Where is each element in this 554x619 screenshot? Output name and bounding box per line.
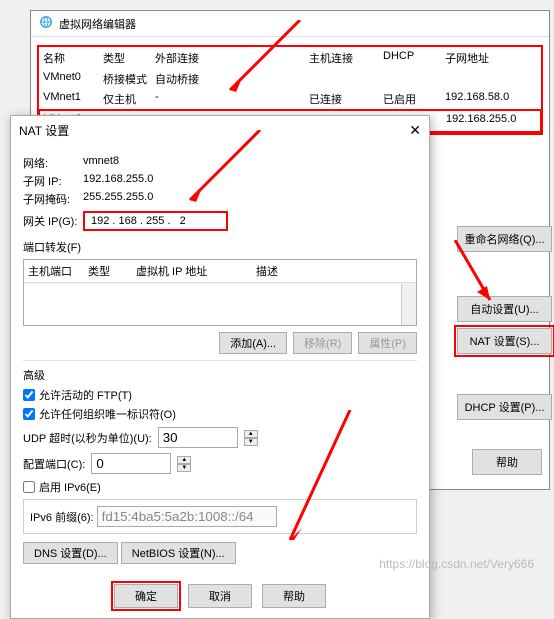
spin-up-icon[interactable]: ▲ <box>177 456 191 464</box>
col-dhcp: DHCP <box>383 50 445 66</box>
dhcp-settings-button[interactable]: DHCP 设置(P)... <box>457 394 552 420</box>
col-name: 名称 <box>43 50 103 66</box>
cancel-button[interactable]: 取消 <box>188 584 252 608</box>
close-icon[interactable]: ✕ <box>409 122 421 139</box>
ipv6-prefix-input <box>97 506 277 527</box>
table-row[interactable]: VMnet0 桥接模式 自动桥接 <box>39 69 541 89</box>
port-forward-label: 端口转发(F) <box>23 239 417 255</box>
col-ext: 外部连接 <box>155 50 309 66</box>
subnet-mask-value: 255.255.255.0 <box>83 191 153 207</box>
spin-down-icon[interactable]: ▼ <box>244 438 258 446</box>
main-title: 虚拟网络编辑器 <box>59 16 136 32</box>
add-button[interactable]: 添加(A)... <box>219 332 287 354</box>
ok-button[interactable]: 确定 <box>114 584 178 608</box>
udp-timeout-label: UDP 超时(以秒为单位)(U): <box>23 430 152 446</box>
dialog-title: NAT 设置 <box>19 122 69 139</box>
remove-button: 移除(R) <box>293 332 352 354</box>
globe-icon <box>39 15 59 32</box>
gateway-label: 网关 IP(G): <box>23 213 83 229</box>
help-button[interactable]: 帮助 <box>262 584 326 608</box>
allow-org-checkbox[interactable] <box>23 408 35 420</box>
main-help-button[interactable]: 帮助 <box>472 449 542 475</box>
enable-ipv6-checkbox[interactable] <box>23 481 35 493</box>
nat-settings-dialog: NAT 设置 ✕ 网络:vmnet8 子网 IP:192.168.255.0 子… <box>10 115 430 619</box>
watermark: https://blog.csdn.net/Very666 <box>379 557 534 571</box>
dialog-titlebar: NAT 设置 ✕ <box>11 116 429 145</box>
config-port-input[interactable] <box>91 453 171 474</box>
col-host: 主机连接 <box>309 50 383 66</box>
spin-down-icon[interactable]: ▼ <box>177 464 191 472</box>
subnet-mask-label: 子网掩码: <box>23 191 83 207</box>
table-row[interactable]: VMnet1 仅主机 - 已连接 已启用 192.168.58.0 <box>39 89 541 109</box>
pf-col-type: 类型 <box>88 263 136 279</box>
col-subnet: 子网地址 <box>445 50 535 66</box>
ipv6-prefix-label: IPv6 前缀(6): <box>30 512 94 524</box>
rename-network-button[interactable]: 重命名网络(Q)... <box>457 226 552 252</box>
subnet-ip-label: 子网 IP: <box>23 173 83 189</box>
subnet-ip-value: 192.168.255.0 <box>83 173 153 189</box>
main-button-stack: 重命名网络(Q)... 自动设置(U)... NAT 设置(S)... DHCP… <box>457 220 542 426</box>
pf-col-host: 主机端口 <box>28 263 88 279</box>
port-forward-table: 主机端口 类型 虚拟机 IP 地址 描述 <box>23 259 417 326</box>
allow-ftp-label: 允许活动的 FTP(T) <box>39 387 132 403</box>
gateway-input[interactable] <box>83 211 228 231</box>
pf-col-vmip: 虚拟机 IP 地址 <box>136 263 256 279</box>
enable-ipv6-label: 启用 IPv6(E) <box>39 479 101 495</box>
network-label: 网络: <box>23 155 83 171</box>
netbios-settings-button[interactable]: NetBIOS 设置(N)... <box>121 542 236 564</box>
port-forward-list[interactable] <box>24 283 416 325</box>
col-type: 类型 <box>103 50 155 66</box>
allow-org-label: 允许任何组织唯一标识符(O) <box>39 406 176 422</box>
udp-timeout-input[interactable] <box>158 427 238 448</box>
auto-settings-button[interactable]: 自动设置(U)... <box>457 296 552 322</box>
advanced-label: 高级 <box>23 367 417 383</box>
config-port-label: 配置端口(C): <box>23 456 85 472</box>
pf-col-desc: 描述 <box>256 263 336 279</box>
allow-ftp-checkbox[interactable] <box>23 389 35 401</box>
main-titlebar: 虚拟网络编辑器 <box>31 11 549 37</box>
nat-settings-button[interactable]: NAT 设置(S)... <box>457 328 552 354</box>
properties-button: 属性(P) <box>358 332 417 354</box>
spin-up-icon[interactable]: ▲ <box>244 430 258 438</box>
dns-settings-button[interactable]: DNS 设置(D)... <box>23 542 118 564</box>
network-value: vmnet8 <box>83 155 119 171</box>
